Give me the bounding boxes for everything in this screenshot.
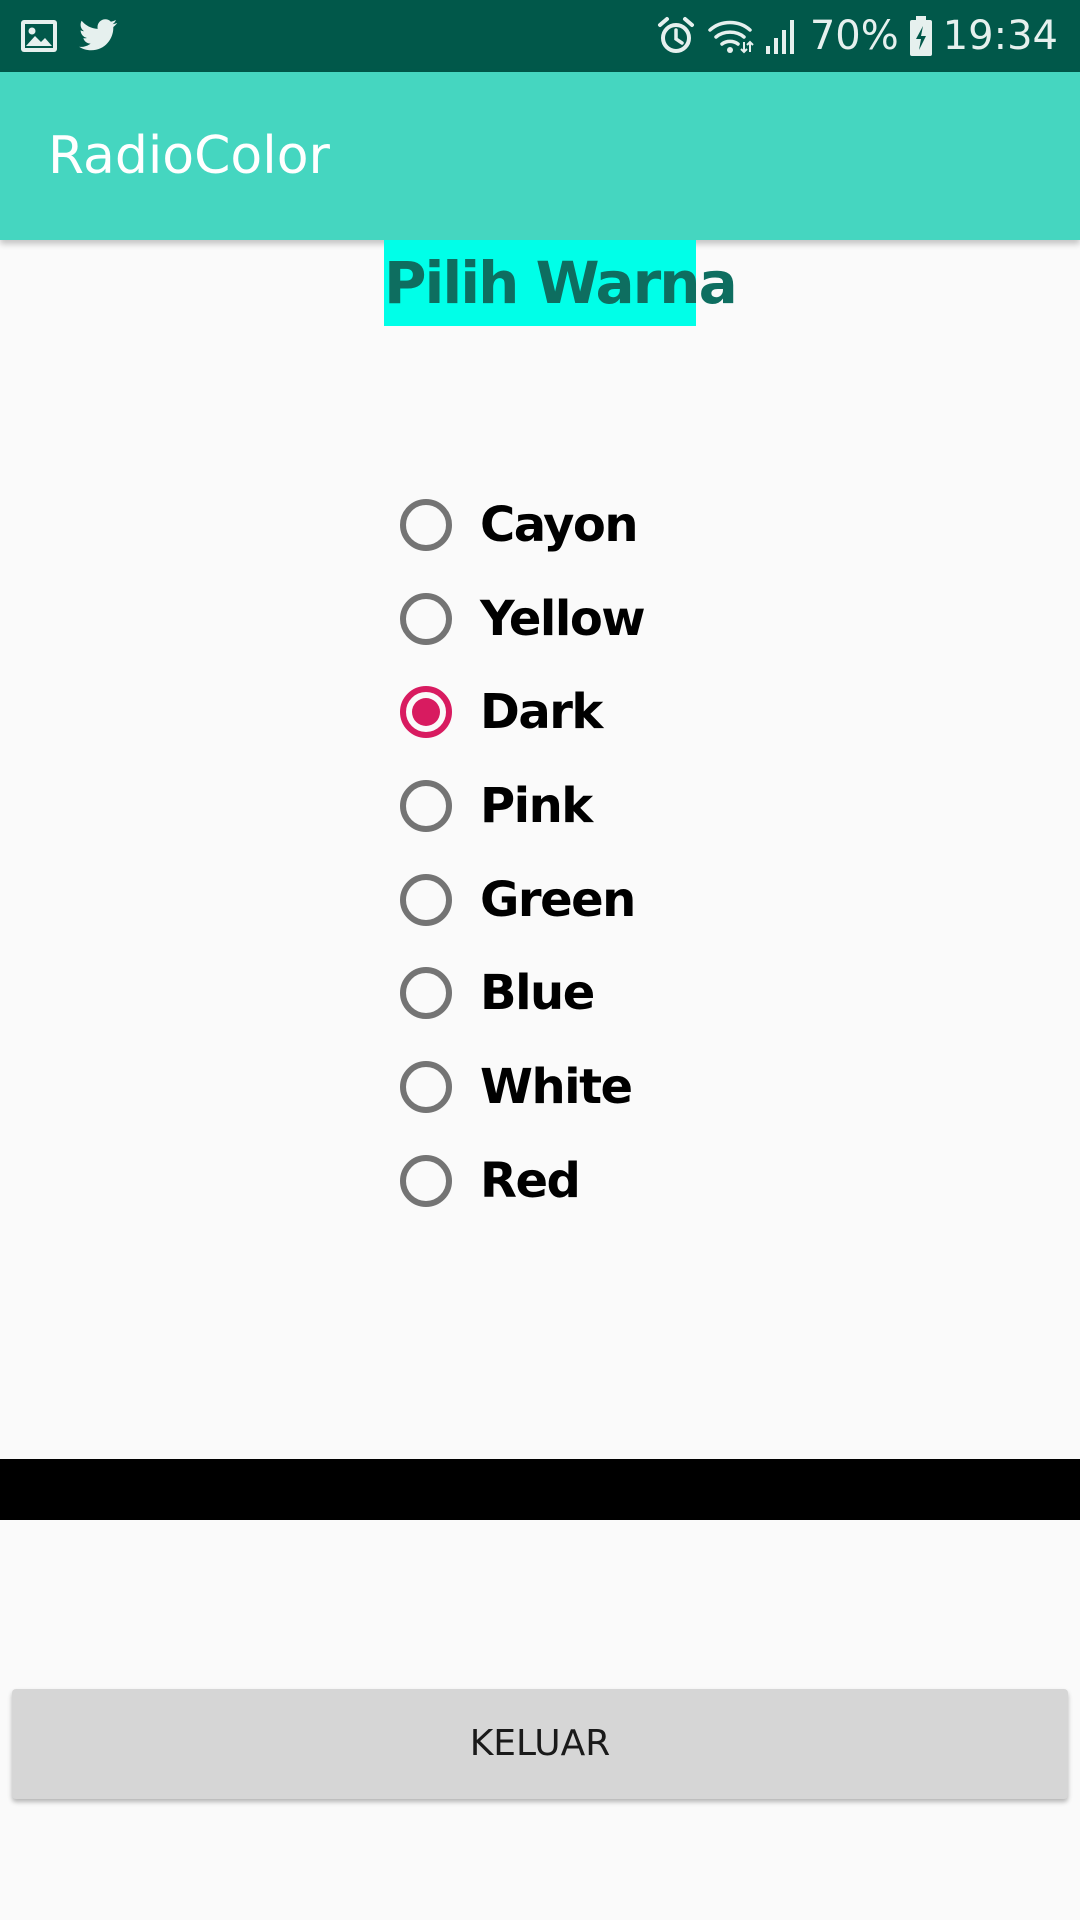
radio-label: White [480, 1058, 633, 1115]
radio-label: Yellow [480, 590, 646, 647]
signal-icon [764, 16, 800, 56]
gallery-icon [20, 19, 58, 53]
clock: 19:34 [942, 13, 1058, 59]
page-heading: Pilih Warna [384, 240, 738, 326]
radio-button-icon[interactable] [400, 779, 452, 832]
radio-button-icon[interactable] [400, 967, 452, 1020]
radio-option-white[interactable]: White [400, 1040, 800, 1134]
radio-button-icon[interactable] [400, 592, 452, 645]
radio-label: Pink [480, 777, 593, 834]
twitter-icon [78, 19, 118, 53]
battery-icon [909, 15, 933, 57]
radio-option-pink[interactable]: Pink [400, 759, 800, 853]
radio-label: Blue [480, 965, 595, 1022]
radio-option-green[interactable]: Green [400, 853, 800, 947]
radio-button-icon[interactable] [400, 873, 452, 926]
radio-option-blue[interactable]: Blue [400, 946, 800, 1040]
radio-option-cayon[interactable]: Cayon [400, 478, 800, 572]
status-bar-right: 70% 19:34 [656, 10, 1058, 62]
radio-button-icon[interactable] [400, 498, 452, 551]
color-preview-band [0, 1459, 1080, 1520]
radio-label: Cayon [480, 496, 639, 553]
radio-label: Dark [480, 684, 603, 741]
status-bar-left [20, 16, 118, 56]
alarm-icon [656, 16, 696, 56]
radio-button-icon[interactable] [400, 1060, 452, 1113]
radio-option-red[interactable]: Red [400, 1134, 800, 1228]
screen: 70% 19:34 RadioColor Pilih Warna Cayon Y… [0, 0, 1080, 1920]
app-title: RadioColor [48, 126, 330, 186]
app-bar: RadioColor [0, 72, 1080, 240]
radio-label: Green [480, 871, 636, 928]
radio-button-icon[interactable] [400, 1154, 452, 1207]
radio-button-checked-icon[interactable] [400, 686, 452, 739]
color-radio-group: Cayon Yellow Dark Pink Green Blue White [400, 478, 800, 1228]
exit-button[interactable]: KELUAR [12, 1689, 1068, 1799]
status-bar: 70% 19:34 [0, 0, 1080, 72]
wifi-icon [706, 16, 754, 56]
radio-option-yellow[interactable]: Yellow [400, 572, 800, 666]
battery-percent: 70% [809, 13, 899, 59]
radio-option-dark[interactable]: Dark [400, 665, 800, 759]
radio-label: Red [480, 1152, 581, 1209]
